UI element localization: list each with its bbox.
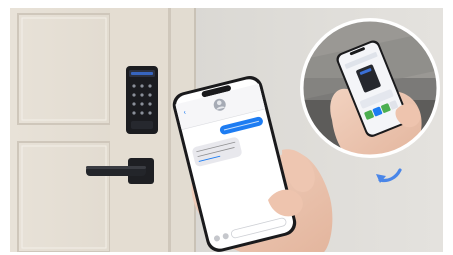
door xyxy=(10,8,196,252)
product-scene: ‹ xyxy=(10,8,443,252)
photo-frame: ‹ xyxy=(10,8,443,252)
smart-lock-keypad xyxy=(126,66,158,134)
